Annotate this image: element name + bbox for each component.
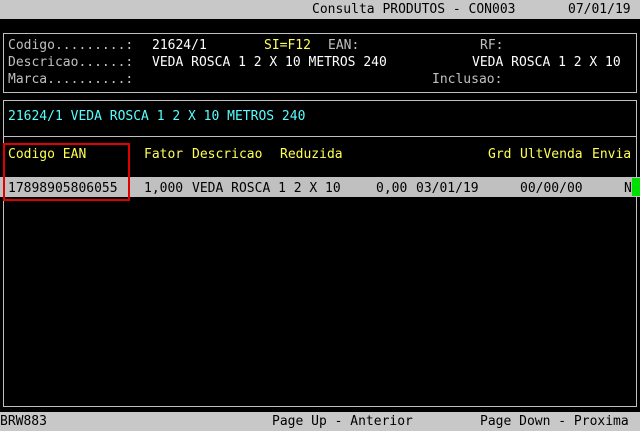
si-shortcut[interactable]: SI=F12 [264,38,311,54]
cell-descricao: VEDA ROSCA 1 2 X 10 [192,181,341,196]
header-date: 07/01/19 [568,2,631,17]
inclusao-label: Inclusao: [432,72,503,87]
page-down-hint[interactable]: Page Down - Proxima [480,413,629,430]
col-header-fator[interactable]: Fator [144,147,183,163]
cell-ultvenda: 00/00/00 [520,181,583,196]
col-header-descricao[interactable]: Descricao [192,147,262,163]
status-bar: BRW883 Page Up - Anterior Page Down - Pr… [0,412,640,431]
col-header-reduzida[interactable]: Reduzida [280,147,343,163]
descricao-value: VEDA ROSCA 1 2 X 10 METROS 240 [152,55,387,70]
col-header-grd[interactable]: Grd [488,147,511,163]
cell-date: 03/01/19 [416,181,479,196]
page-up-hint[interactable]: Page Up - Anterior [272,413,413,430]
col-header-envia[interactable]: Envia [592,147,631,163]
col-header-ultvenda[interactable]: UltVenda [520,147,583,163]
descricao-label: Descricao......: [8,55,134,70]
codigo-label: Codigo.........: [8,38,134,53]
rf-label: RF: [480,38,504,53]
cell-reduzida: 0,00 [376,181,408,196]
row-selection-marker [632,178,640,196]
ean-label: EAN: [328,38,360,53]
annotation-highlight-box [3,143,130,201]
program-id: BRW883 [0,414,47,429]
codigo-value: 21624/1 [152,38,207,53]
marca-label: Marca..........: [8,72,134,87]
title-bar: Consulta PRODUTOS - CON003 07/01/19 [0,0,640,19]
window-title: Consulta PRODUTOS - CON003 [312,2,516,17]
cell-fator: 1,000 [144,181,184,196]
descricao-short-value: VEDA ROSCA 1 2 X 10 [472,55,621,70]
summary-divider [4,136,636,137]
cell-envia: N [624,181,632,196]
summary-line: 21624/1 VEDA ROSCA 1 2 X 10 METROS 240 [8,109,306,124]
